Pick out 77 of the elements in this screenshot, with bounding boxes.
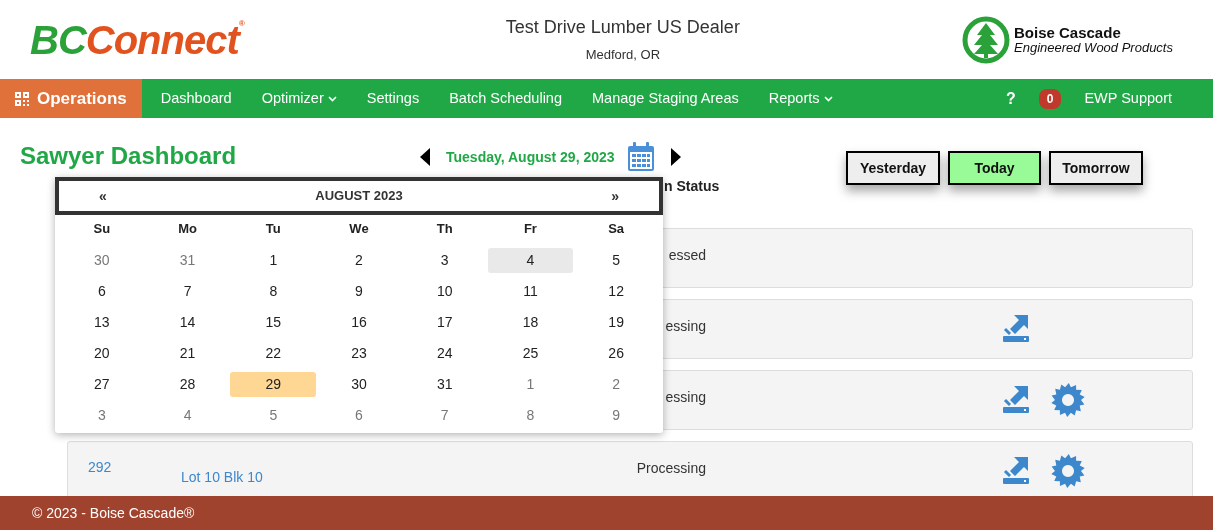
weekday-label: Tu [264, 220, 282, 238]
calendar-day[interactable]: 23 [316, 341, 402, 366]
calendar-icon[interactable] [626, 142, 655, 172]
calendar-day[interactable]: 1 [230, 248, 317, 273]
next-day-icon[interactable] [670, 148, 681, 166]
calendar-day[interactable]: 30 [316, 372, 402, 397]
calendar-day[interactable]: 17 [401, 310, 488, 335]
calendar-day[interactable]: 5 [230, 403, 317, 428]
calendar-day[interactable]: 21 [144, 341, 231, 366]
weekday-label: Th [435, 220, 454, 238]
calendar-day[interactable]: 24 [401, 341, 488, 366]
calendar-day[interactable]: 12 [573, 279, 659, 304]
weekday-label: Su [92, 220, 112, 238]
calendar-day[interactable]: 20 [59, 341, 145, 366]
status-text: essing [665, 388, 706, 407]
calendar-day[interactable]: 4 [144, 403, 231, 428]
calendar-day[interactable]: 1 [487, 372, 574, 397]
notification-count[interactable]: 0 [1038, 88, 1062, 109]
calendar-day[interactable]: 26 [573, 341, 659, 366]
date-shortcut-button[interactable]: Yesterday [846, 151, 940, 185]
brand-tagline: Engineered Wood Products [1014, 40, 1173, 55]
selected-date: Tuesday, August 29, 2023 [446, 147, 615, 167]
saw-blade-icon[interactable] [1051, 454, 1085, 488]
calendar-day[interactable]: 30 [59, 248, 145, 273]
calendar-day[interactable]: 7 [144, 279, 231, 304]
calendar-day[interactable]: 6 [316, 403, 402, 428]
calendar-day[interactable]: 25 [487, 341, 574, 366]
dealer-name: Test Drive Lumber US Dealer [505, 16, 740, 40]
calendar-day[interactable]: 8 [230, 279, 317, 304]
calendar-day[interactable]: 14 [144, 310, 231, 335]
saw-blade-icon[interactable] [1051, 383, 1085, 417]
calendar-day[interactable]: 10 [401, 279, 488, 304]
calendar-day[interactable]: 5 [573, 248, 659, 273]
calendar-day[interactable]: 8 [487, 403, 574, 428]
calendar-day[interactable]: 6 [59, 279, 145, 304]
calendar-day[interactable]: 4 [487, 248, 574, 273]
brand-name: Boise Cascade [1014, 24, 1122, 41]
calendar-day[interactable]: 3 [401, 248, 488, 273]
footer-text: © 2023 - Boise Cascade® [0, 496, 1213, 530]
weekday-label: We [348, 220, 370, 238]
calendar-day[interactable]: 2 [316, 248, 402, 273]
status-text: essed [668, 246, 706, 265]
calendar-day[interactable]: 29 [230, 372, 317, 397]
status-text: Processing [636, 459, 706, 478]
page-title: Sawyer Dashboard [20, 141, 238, 171]
column-header: n Status [664, 178, 720, 194]
calendar-day[interactable]: 19 [573, 310, 659, 335]
calendar-day[interactable]: 22 [230, 341, 317, 366]
calendar-day[interactable]: 7 [401, 403, 488, 428]
row-link[interactable]: 292 [88, 457, 112, 478]
calendar-day[interactable]: 3 [59, 403, 145, 428]
calendar-day[interactable]: 27 [59, 372, 145, 397]
next-month-button[interactable]: » [611, 185, 619, 207]
logo-text[interactable]: BCConnect® [30, 19, 244, 60]
calendar-day[interactable]: 13 [59, 310, 145, 335]
calendar-day[interactable]: 15 [230, 310, 317, 335]
calendar-day[interactable]: 9 [573, 403, 659, 428]
dealer-location: Medford, OR [584, 46, 662, 65]
grid-icon [15, 91, 29, 106]
calendar-day[interactable]: 2 [573, 372, 659, 397]
weekday-label: Fr [522, 220, 538, 238]
previous-day-icon[interactable] [420, 148, 430, 166]
status-text: essing [665, 317, 706, 336]
calendar-day[interactable]: 9 [316, 279, 402, 304]
weekday-label: Sa [607, 220, 626, 238]
weekday-label: Mo [177, 220, 198, 238]
date-shortcut-button[interactable]: Tomorrow [1049, 151, 1143, 185]
tree-logo-icon [962, 15, 1010, 64]
calendar-day[interactable]: 11 [487, 279, 574, 304]
calendar-day[interactable]: 28 [144, 372, 231, 397]
date-shortcut-button[interactable]: Today [948, 151, 1041, 185]
calendar-day[interactable]: 16 [316, 310, 402, 335]
previous-month-button[interactable]: « [99, 185, 107, 207]
calendar-day[interactable]: 31 [144, 248, 231, 273]
calendar-day[interactable]: 18 [487, 310, 574, 335]
calendar-day[interactable]: 31 [401, 372, 488, 397]
month-title[interactable]: AUGUST 2023 [315, 186, 403, 206]
